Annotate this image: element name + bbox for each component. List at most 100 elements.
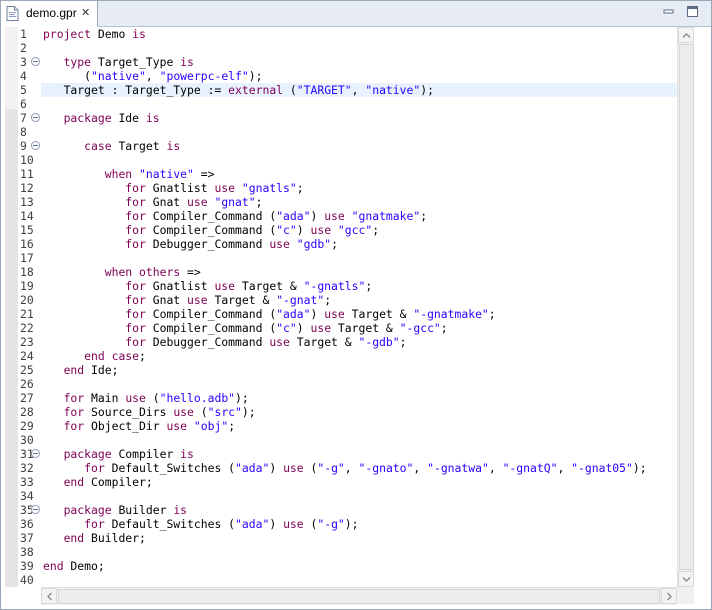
fold-collapse-icon[interactable]: [31, 57, 40, 66]
code-line[interactable]: 10: [1, 153, 677, 167]
code-line[interactable]: 39 end Demo;: [1, 559, 677, 573]
code-text: for Gnatlist use "gnatls";: [43, 181, 303, 195]
text-token: Default_Switches (: [104, 461, 236, 475]
code-line[interactable]: 7 package Ide is: [1, 111, 677, 125]
keyword-token: external: [228, 83, 284, 97]
scroll-right-button[interactable]: [661, 588, 677, 604]
code-line[interactable]: 15 for Compiler_Command ("c") use "gcc";: [1, 223, 677, 237]
code-line[interactable]: 14 for Compiler_Command ("ada") use "gna…: [1, 209, 677, 223]
text-token: Compiler_Command (: [145, 307, 277, 321]
text-token: ;: [139, 349, 146, 363]
line-number: 20: [20, 293, 34, 307]
code-line[interactable]: 35 package Builder is: [1, 503, 677, 517]
code-line[interactable]: 30: [1, 433, 677, 447]
scroll-down-button[interactable]: [678, 571, 694, 587]
fold-collapse-icon[interactable]: [31, 505, 40, 514]
scroll-left-button[interactable]: [41, 588, 57, 604]
text-token: ): [296, 223, 311, 237]
code-line[interactable]: 23 for Debugger_Command use Target & "-g…: [1, 335, 677, 349]
line-number: 16: [20, 237, 34, 251]
code-line[interactable]: 40: [1, 573, 677, 587]
code-line[interactable]: 18 when others =>: [1, 265, 677, 279]
text-token: (: [283, 83, 297, 97]
tab-demo-gpr[interactable]: demo.gpr ✕: [1, 1, 98, 27]
keyword-token: for: [84, 461, 105, 475]
text-token: Debugger_Command: [145, 335, 270, 349]
code-line[interactable]: 21 for Compiler_Command ("ada") use Targ…: [1, 307, 677, 321]
code-line[interactable]: 29 for Object_Dir use "obj";: [1, 419, 677, 433]
text-token: Demo: [91, 27, 133, 41]
code-line[interactable]: 8: [1, 125, 677, 139]
code-line[interactable]: 9 case Target is: [1, 139, 677, 153]
fold-collapse-icon[interactable]: [31, 113, 40, 122]
code-line[interactable]: 16 for Debugger_Command use "gdb";: [1, 237, 677, 251]
string-token: "gnat": [214, 195, 256, 209]
code-line[interactable]: 27 for Main use ("hello.adb");: [1, 391, 677, 405]
vertical-scrollbar[interactable]: [677, 27, 695, 587]
code-line[interactable]: 13 for Gnat use "gnat";: [1, 195, 677, 209]
code-line[interactable]: 5 Target : Target_Type := external ("TAR…: [1, 83, 677, 97]
code-line[interactable]: 37 end Builder;: [1, 531, 677, 545]
keyword-token: for: [125, 223, 146, 237]
fold-collapse-icon[interactable]: [31, 449, 40, 458]
code-line[interactable]: 25 end Ide;: [1, 363, 677, 377]
line-number: 11: [20, 167, 34, 181]
line-number: 12: [20, 181, 34, 195]
minimize-icon[interactable]: [661, 4, 676, 19]
code-line[interactable]: 32 for Default_Switches ("ada") use ("-g…: [1, 461, 677, 475]
code-line[interactable]: 17: [1, 251, 677, 265]
code-line[interactable]: 2: [1, 41, 677, 55]
code-line[interactable]: 36 for Default_Switches ("ada") use ("-g…: [1, 517, 677, 531]
vertical-scroll-thumb[interactable]: [679, 44, 694, 570]
text-token: Target &: [344, 307, 414, 321]
text-token: ;: [324, 293, 332, 307]
keyword-token: for: [63, 391, 85, 405]
code-line[interactable]: 34: [1, 489, 677, 503]
line-number: 25: [20, 363, 34, 377]
code-line[interactable]: 11 when "native" =>: [1, 167, 677, 181]
code-line[interactable]: 3 type Target_Type is: [1, 55, 677, 69]
code-text: for Object_Dir use "obj";: [43, 419, 235, 433]
code-editor[interactable]: 1 project Demo is 2 3 type Target_Type is 4 …: [1, 27, 677, 587]
text-token: ;: [420, 209, 428, 223]
code-line[interactable]: 1 project Demo is: [1, 27, 677, 41]
line-number: 1: [20, 27, 27, 41]
text-token: Gnat: [145, 293, 188, 307]
code-line[interactable]: 6: [1, 97, 677, 111]
close-icon[interactable]: ✕: [81, 6, 90, 19]
horizontal-scrollbar[interactable]: [41, 587, 677, 605]
code-line[interactable]: 20 for Gnat use Target & "-gnat";: [1, 293, 677, 307]
text-token: Target &: [289, 335, 359, 349]
text-token: ,: [351, 83, 366, 97]
code-text: for Compiler_Command ("c") use Target & …: [43, 321, 447, 335]
text-token: Gnatlist: [145, 279, 215, 293]
code-line[interactable]: 33 end Compiler;: [1, 475, 677, 489]
line-number: 4: [20, 69, 27, 83]
horizontal-scroll-thumb[interactable]: [58, 589, 660, 604]
maximize-icon[interactable]: [685, 4, 700, 19]
code-line[interactable]: 24 end case;: [1, 349, 677, 363]
code-line[interactable]: 26: [1, 377, 677, 391]
code-line[interactable]: 4 ("native", "powerpc-elf");: [1, 69, 677, 83]
text-token: ;: [255, 195, 263, 209]
code-line[interactable]: 22 for Compiler_Command ("c") use Target…: [1, 321, 677, 335]
keyword-token: use: [310, 321, 332, 335]
code-line[interactable]: 19 for Gnatlist use Target & "-gnatls";: [1, 279, 677, 293]
overview-ruler[interactable]: [694, 27, 709, 604]
fold-collapse-icon[interactable]: [31, 141, 40, 150]
code-line[interactable]: 38: [1, 545, 677, 559]
code-line[interactable]: 28 for Source_Dirs use ("src");: [1, 405, 677, 419]
code-line[interactable]: 31 package Compiler is: [1, 447, 677, 461]
string-token: "src": [207, 405, 242, 419]
scroll-up-button[interactable]: [678, 27, 694, 43]
code-text: for Default_Switches ("ada") use ("-g");: [43, 517, 358, 531]
line-number: 14: [20, 209, 34, 223]
text-token: Debugger_Command: [145, 237, 270, 251]
code-line[interactable]: 12 for Gnatlist use "gnatls";: [1, 181, 677, 195]
text-token: Main: [84, 391, 126, 405]
text-token: ;: [331, 237, 338, 251]
